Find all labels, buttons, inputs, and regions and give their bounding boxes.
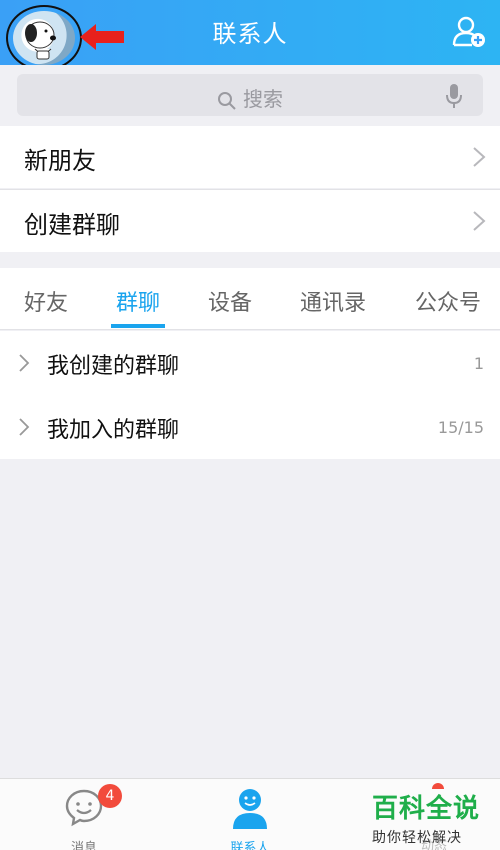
my-joined-groups-row[interactable]: 我加入的群聊 15/15 — [0, 395, 500, 459]
group-count: 1 — [473, 354, 484, 373]
watermark-subtitle: 助你轻松解决 — [372, 830, 462, 846]
unread-badge: 4 — [98, 784, 122, 808]
add-friend-icon[interactable] — [452, 15, 486, 47]
active-tab-indicator — [111, 324, 165, 328]
nav-contacts[interactable]: 联系人 — [200, 787, 300, 850]
avatar-button[interactable] — [6, 5, 82, 71]
tab-groups[interactable]: 群聊 — [116, 285, 160, 317]
red-arrow-icon — [80, 24, 124, 50]
search-placeholder: 搜索 — [243, 87, 283, 111]
group-count: 15/15 — [437, 418, 484, 437]
microphone-icon[interactable] — [445, 83, 463, 109]
chevron-right-icon — [473, 147, 486, 167]
tab-devices[interactable]: 设备 — [208, 285, 252, 317]
contacts-icon — [233, 789, 267, 829]
top-bar: 联系人 — [0, 0, 500, 71]
create-group-row[interactable]: 创建群聊 — [0, 190, 500, 252]
create-group-label: 创建群聊 — [24, 211, 120, 239]
watermark-title: 百科全说 — [372, 794, 481, 824]
nav-contacts-label: 联系人 — [230, 841, 270, 850]
watermark: 百科全说 助你轻松解决 — [372, 788, 496, 847]
chevron-right-icon — [19, 418, 30, 436]
tab-address-book[interactable]: 通讯录 — [300, 285, 366, 317]
chevron-right-icon — [19, 354, 30, 372]
my-created-groups-row[interactable]: 我创建的群聊 1 — [0, 331, 500, 395]
search-icon — [218, 91, 236, 110]
nav-messages-label: 消息 — [70, 841, 97, 850]
contact-tabs: 好友 群聊 设备 通讯录 公众号 — [0, 268, 500, 330]
search-input[interactable]: 搜索 — [17, 74, 483, 116]
tab-friends[interactable]: 好友 — [24, 285, 68, 317]
group-section-label: 我创建的群聊 — [47, 354, 180, 379]
chevron-right-icon — [473, 211, 486, 231]
highlight-circle — [6, 5, 82, 71]
new-friends-row[interactable]: 新朋友 — [0, 126, 500, 188]
new-friends-label: 新朋友 — [24, 147, 96, 175]
tab-public-accounts[interactable]: 公众号 — [415, 285, 481, 317]
group-section-label: 我加入的群聊 — [47, 418, 180, 443]
search-area: 搜索 — [0, 65, 500, 125]
